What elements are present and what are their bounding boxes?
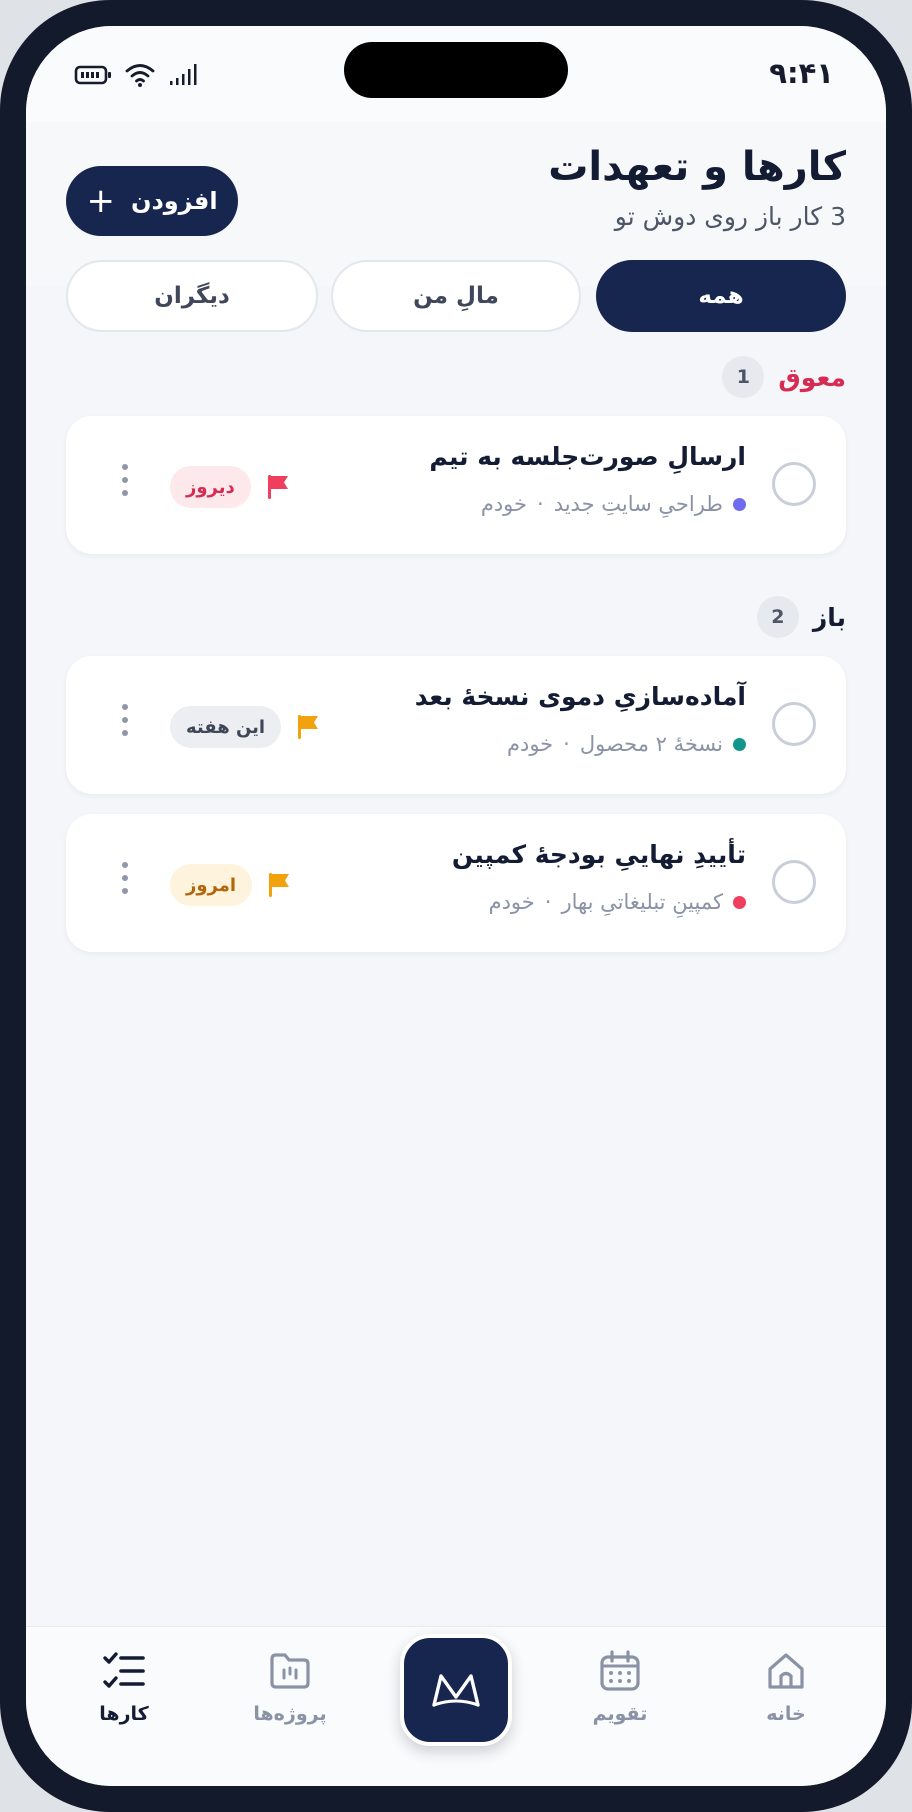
system-icons bbox=[74, 62, 200, 88]
section-open-label: باز bbox=[812, 602, 846, 632]
signal-icon bbox=[170, 64, 197, 85]
more-options-icon[interactable] bbox=[122, 704, 128, 736]
battery-icon bbox=[74, 65, 111, 85]
task-assignee: خودم bbox=[488, 890, 535, 914]
task-due: امروز bbox=[170, 864, 292, 906]
task-card[interactable]: ارسالِ صورت‌جلسه به تیم طراحیِ سایتِ جدی… bbox=[66, 416, 846, 554]
center-action-button[interactable] bbox=[400, 1634, 512, 1746]
task-project: نسخهٔ ۲ محصول bbox=[579, 732, 723, 756]
flag-icon bbox=[269, 873, 290, 897]
flag-icon bbox=[267, 475, 288, 499]
calendar-icon bbox=[600, 1650, 640, 1691]
page-title: کارها و تعهدات bbox=[548, 144, 846, 190]
project-color-dot bbox=[733, 737, 746, 751]
task-title: تأییدِ نهاییِ بودجهٔ کمپین bbox=[451, 840, 746, 869]
add-button-label: افزودن bbox=[130, 187, 218, 215]
task-card[interactable]: آماده‌سازیِ دموی نسخهٔ بعد نسخهٔ ۲ محصول… bbox=[66, 656, 846, 794]
project-color-dot bbox=[733, 895, 746, 909]
section-overdue-label: معوق bbox=[778, 362, 846, 392]
due-badge: امروز bbox=[170, 864, 253, 906]
tab-tasks[interactable]: کارها bbox=[64, 1649, 184, 1725]
filter-all-label: همه bbox=[698, 283, 744, 309]
tab-home[interactable]: خانه bbox=[726, 1649, 846, 1725]
task-title: ارسالِ صورت‌جلسه به تیم bbox=[429, 442, 746, 471]
tab-calendar[interactable]: تقویم bbox=[560, 1649, 680, 1725]
task-project: طراحیِ سایتِ جدید bbox=[553, 492, 723, 516]
task-project: کمپینِ تبلیغاتیِ بهار bbox=[561, 890, 723, 914]
flag-icon bbox=[298, 715, 319, 739]
filter-others[interactable]: دیگران bbox=[66, 260, 318, 332]
section-open-count: 2 bbox=[756, 596, 799, 638]
page-subtitle: 3 کار باز روی دوش تو bbox=[614, 202, 846, 231]
due-badge: این هفته bbox=[170, 706, 282, 748]
task-checkbox[interactable] bbox=[772, 702, 816, 746]
home-icon bbox=[768, 1653, 804, 1689]
filter-mine-label: مالِ من bbox=[413, 283, 499, 309]
meta-separator: · bbox=[544, 890, 552, 914]
wifi-icon bbox=[125, 64, 155, 87]
task-meta: کمپینِ تبلیغاتیِ بهار · خودم bbox=[489, 890, 746, 914]
task-checkbox[interactable] bbox=[772, 860, 816, 904]
folder-icon bbox=[270, 1653, 310, 1689]
section-overdue-header: معوق 1 bbox=[722, 356, 846, 398]
section-overdue-count: 1 bbox=[722, 356, 765, 398]
screen: ۹:۴۱ کارها و تعهدات 3 کار باز روی دوش تو… bbox=[26, 26, 886, 1786]
plus-icon: + bbox=[86, 181, 115, 221]
task-due: دیروز bbox=[170, 466, 291, 508]
phone-frame: ۹:۴۱ کارها و تعهدات 3 کار باز روی دوش تو… bbox=[0, 0, 912, 1812]
status-bar: ۹:۴۱ bbox=[26, 26, 886, 122]
status-time: ۹:۴۱ bbox=[769, 56, 834, 90]
tab-home-label: خانه bbox=[766, 1703, 806, 1725]
add-button[interactable]: افزودن + bbox=[66, 166, 238, 236]
app-logo-icon bbox=[432, 1674, 480, 1707]
tab-projects[interactable]: پروژه‌ها bbox=[230, 1649, 350, 1725]
tab-tasks-label: کارها bbox=[99, 1703, 149, 1725]
due-badge: دیروز bbox=[170, 466, 251, 508]
dynamic-island bbox=[344, 42, 568, 98]
task-assignee: خودم bbox=[480, 492, 527, 516]
task-assignee: خودم bbox=[506, 732, 554, 756]
checklist-icon bbox=[103, 1652, 145, 1688]
more-options-icon[interactable] bbox=[122, 464, 128, 496]
project-color-dot bbox=[733, 497, 746, 511]
meta-separator: · bbox=[563, 732, 570, 756]
task-title: آماده‌سازیِ دموی نسخهٔ بعد bbox=[414, 682, 746, 711]
task-checkbox[interactable] bbox=[772, 462, 816, 506]
tab-projects-label: پروژه‌ها bbox=[253, 1703, 327, 1725]
filter-all[interactable]: همه bbox=[596, 260, 846, 332]
section-open-header: باز 2 bbox=[756, 596, 846, 638]
task-due: این هفته bbox=[170, 706, 321, 748]
task-card[interactable]: تأییدِ نهاییِ بودجهٔ کمپین کمپینِ تبلیغا… bbox=[66, 814, 846, 952]
filter-mine[interactable]: مالِ من bbox=[331, 260, 581, 332]
task-meta: نسخهٔ ۲ محصول · خودم bbox=[507, 732, 746, 756]
tab-calendar-label: تقویم bbox=[592, 1703, 648, 1725]
more-options-icon[interactable] bbox=[122, 862, 128, 894]
meta-separator: · bbox=[537, 492, 544, 516]
filter-others-label: دیگران bbox=[154, 283, 230, 309]
task-meta: طراحیِ سایتِ جدید · خودم bbox=[481, 492, 746, 516]
